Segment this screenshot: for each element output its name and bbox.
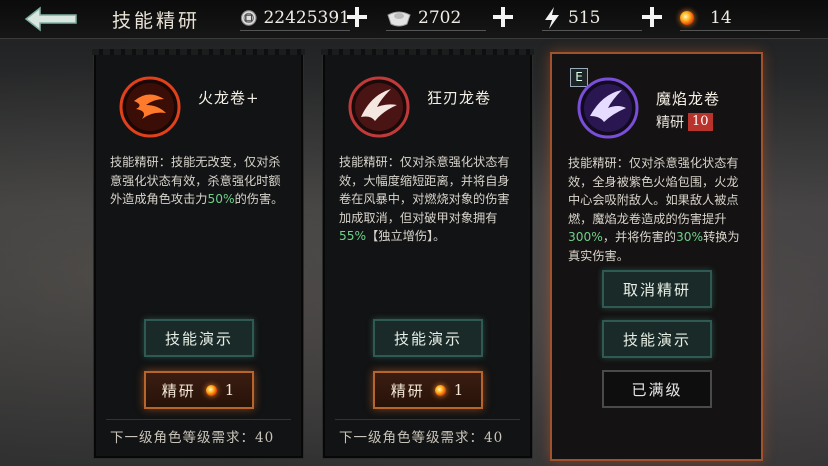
silver-ingot-icon (387, 11, 411, 27)
fire-orb-icon (205, 384, 217, 396)
level-requirement: 下一级角色等级需求：40 (110, 430, 275, 446)
blade-dragon-emblem-icon (348, 76, 410, 138)
cancel-refine-button[interactable]: 取消精研 (602, 270, 712, 308)
coin-resource: 22425391 (240, 5, 350, 31)
skill-description: 技能精研：仅对杀意强化状态有效，全身被紫色火焰包围，火龙中心会吸附敌人。如果敌人… (568, 156, 740, 263)
skill-demo-button[interactable]: 技能演示 (602, 320, 712, 358)
energy-resource: 515 (542, 5, 642, 31)
fire-orb-icon (680, 11, 694, 25)
silver-value: 2702 (418, 8, 462, 28)
level-requirement: 下一级角色等级需求：40 (339, 430, 504, 446)
refine-text: 精研 (656, 115, 684, 131)
skill-name: 火龙卷+ (198, 89, 260, 107)
fire-orb-icon (434, 384, 446, 396)
refine-level-row: 精研 10 (656, 112, 713, 132)
page-title: 技能精研 (112, 10, 201, 32)
back-button[interactable] (22, 4, 82, 34)
max-level-button[interactable]: 已满级 (602, 370, 712, 408)
energy-value: 515 (568, 8, 601, 28)
refine-label: 精研 (390, 381, 425, 400)
lightning-icon (545, 7, 559, 29)
fire-orb-resource: 14 (680, 5, 800, 31)
refine-button[interactable]: 精研 1 (144, 371, 254, 409)
silver-resource: 2702 (386, 5, 486, 31)
skill-name: 魔焰龙卷 (656, 90, 721, 108)
skill-description: 技能精研：技能无改变，仅对杀意强化状态有效，杀意强化时额外造成角色攻击力50%的… (110, 155, 284, 206)
fire-dragon-emblem-icon (119, 76, 181, 138)
add-silver-button[interactable] (492, 6, 514, 28)
refine-cost: 1 (224, 381, 237, 399)
skill-demo-button[interactable]: 技能演示 (144, 319, 254, 357)
skill-description: 技能精研：仅对杀意强化状态有效，大幅度缩短距离，并将自身卷在风暴中，对燃烧对象的… (339, 155, 510, 243)
skill-name: 狂刃龙卷 (427, 89, 492, 107)
coin-value: 22425391 (263, 8, 350, 28)
top-bar: 技能精研 22425391 2702 515 14 (0, 0, 828, 39)
coin-icon (240, 10, 257, 26)
refine-level-badge: 10 (688, 113, 713, 131)
back-arrow-icon (24, 6, 77, 32)
skill-demo-button[interactable]: 技能演示 (373, 319, 483, 357)
skill-card-kuangrenlongjuan: 狂刃龙卷 技能精研：仅对杀意强化状态有效，大幅度缩短距离，并将自身卷在风暴中，对… (321, 49, 534, 459)
refine-cost: 1 (453, 381, 466, 399)
refine-label: 精研 (161, 381, 196, 400)
add-energy-button[interactable] (641, 6, 663, 28)
fire-orb-value: 14 (710, 8, 732, 28)
demon-flame-dragon-emblem-icon (577, 77, 639, 139)
skill-card-moyanlongjuan: E 魔焰龙卷 精研 10 技能精研：仅对杀意强化状态有效，全身被紫色火焰包围，火… (550, 52, 763, 461)
refine-button[interactable]: 精研 1 (373, 371, 483, 409)
add-coin-button[interactable] (346, 6, 368, 28)
skill-card-huolongjuan: 火龙卷+ 技能精研：技能无改变，仅对杀意强化状态有效，杀意强化时额外造成角色攻击… (92, 49, 305, 459)
